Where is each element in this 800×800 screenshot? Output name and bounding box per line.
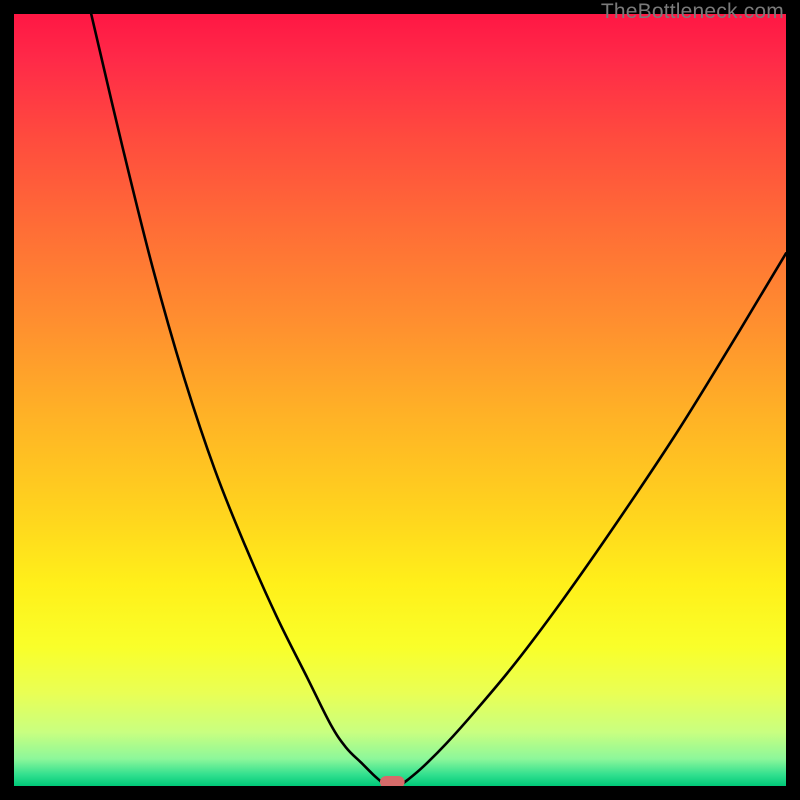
optimum-marker xyxy=(380,776,405,786)
watermark-text: TheBottleneck.com xyxy=(601,0,784,24)
bottleneck-chart xyxy=(14,14,786,786)
gradient-background xyxy=(14,14,786,786)
